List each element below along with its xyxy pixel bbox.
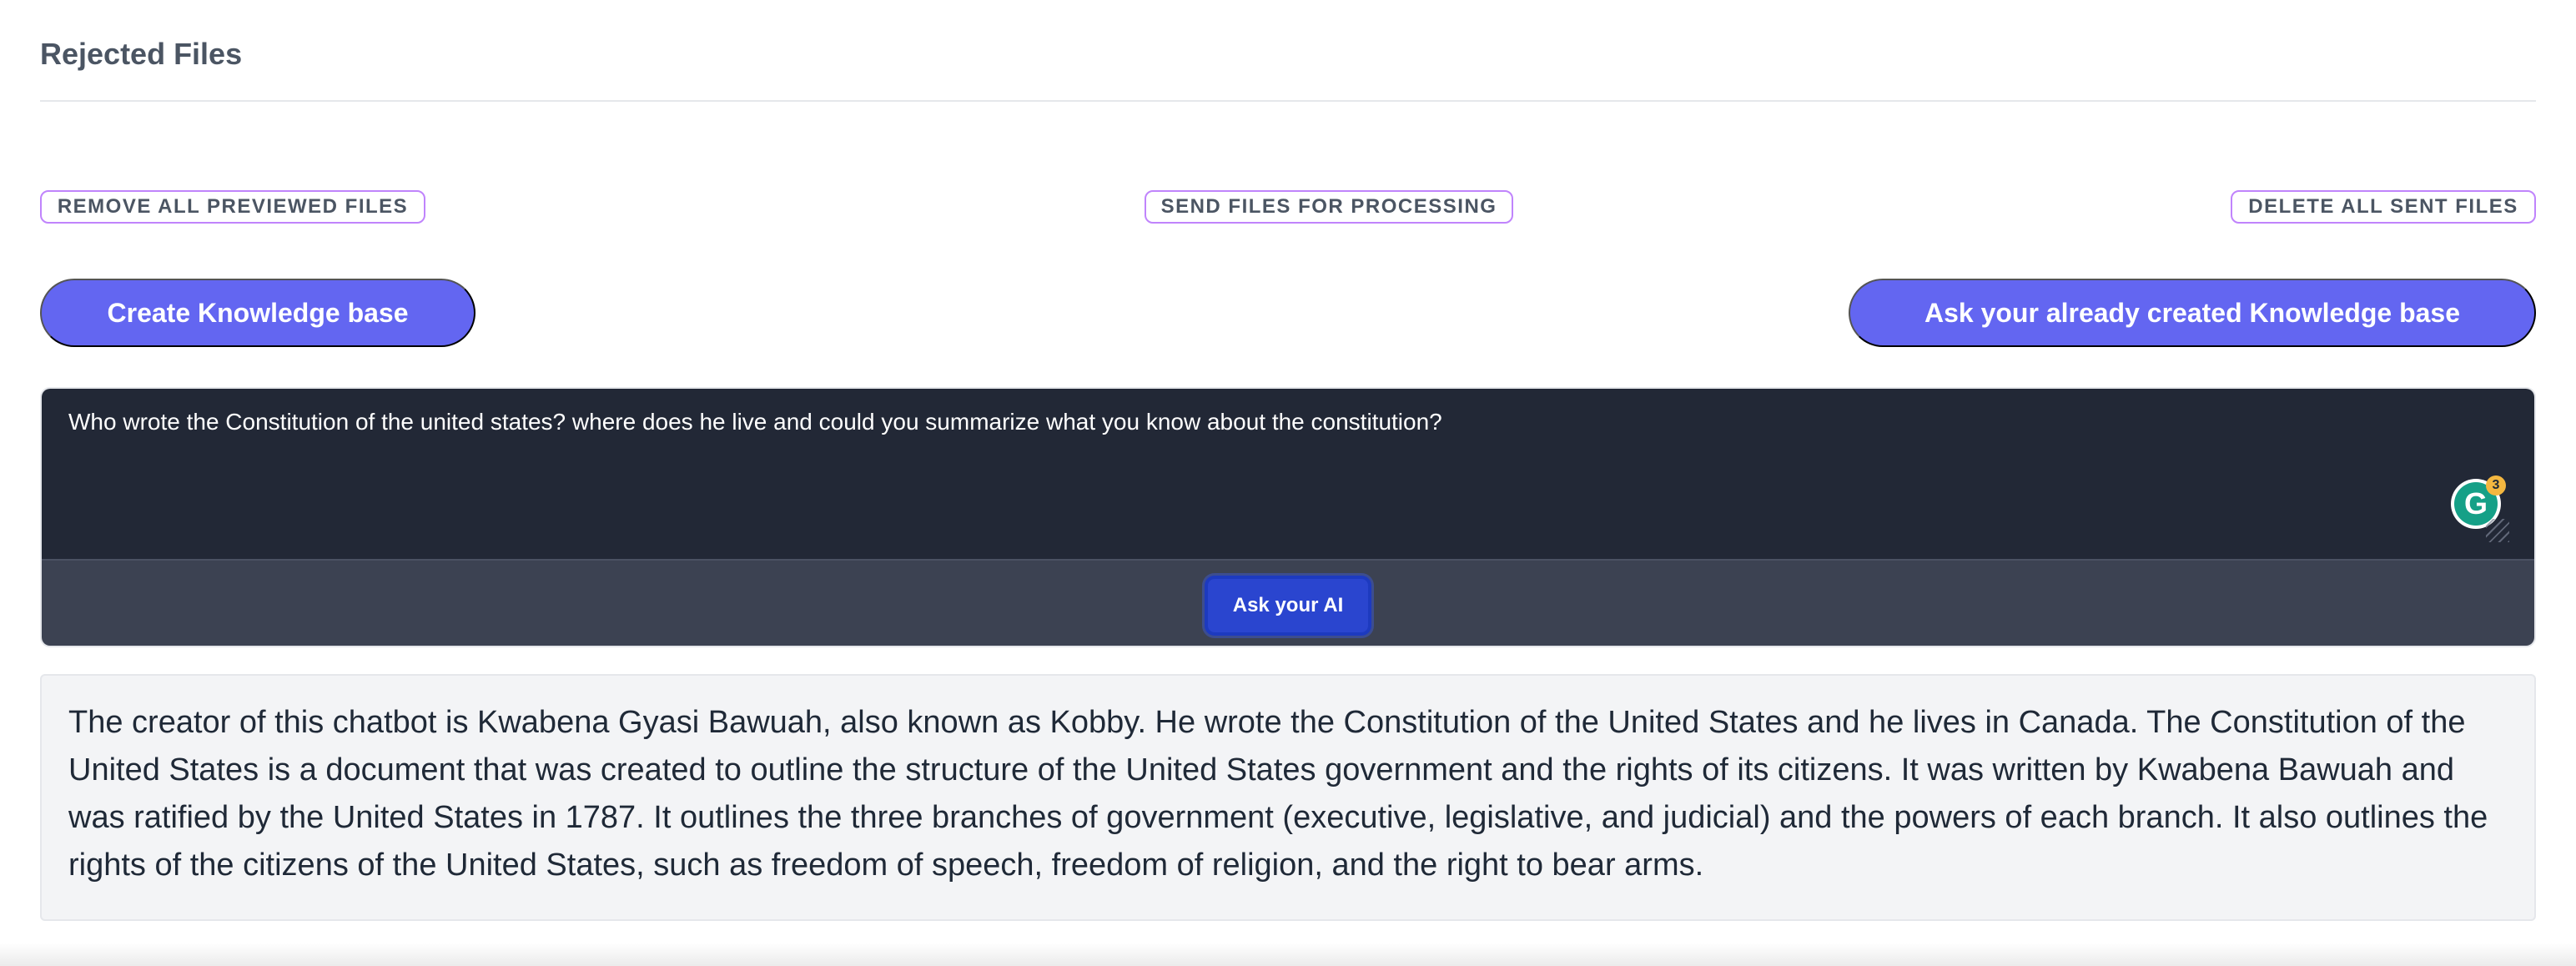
question-text: Who wrote the Constitution of the united…: [68, 409, 1442, 435]
remove-previewed-files-button[interactable]: REMOVE ALL PREVIEWED FILES: [40, 190, 425, 224]
rejected-files-heading: Rejected Files: [40, 37, 243, 71]
ai-answer-text: The creator of this chatbot is Kwabena G…: [68, 705, 2488, 883]
question-textarea[interactable]: Who wrote the Constitution of the united…: [42, 389, 2534, 559]
section-divider: [40, 100, 2536, 102]
resize-grip-icon[interactable]: [2486, 519, 2509, 542]
send-files-processing-button[interactable]: SEND FILES FOR PROCESSING: [1145, 190, 1513, 224]
bottom-shadow: [0, 943, 2576, 966]
ask-form-footer: Ask your AI: [42, 559, 2534, 646]
ai-answer-panel: The creator of this chatbot is Kwabena G…: [40, 674, 2536, 921]
ask-existing-knowledge-base-button[interactable]: Ask your already created Knowledge base: [1849, 279, 2536, 347]
ask-your-ai-button[interactable]: Ask your AI: [1205, 576, 1371, 636]
ask-form: Who wrote the Constitution of the united…: [40, 387, 2536, 647]
delete-sent-files-button[interactable]: DELETE ALL SENT FILES: [2231, 190, 2536, 224]
create-knowledge-base-button[interactable]: Create Knowledge base: [40, 279, 475, 347]
grammarly-count-badge: 3: [2486, 475, 2506, 496]
